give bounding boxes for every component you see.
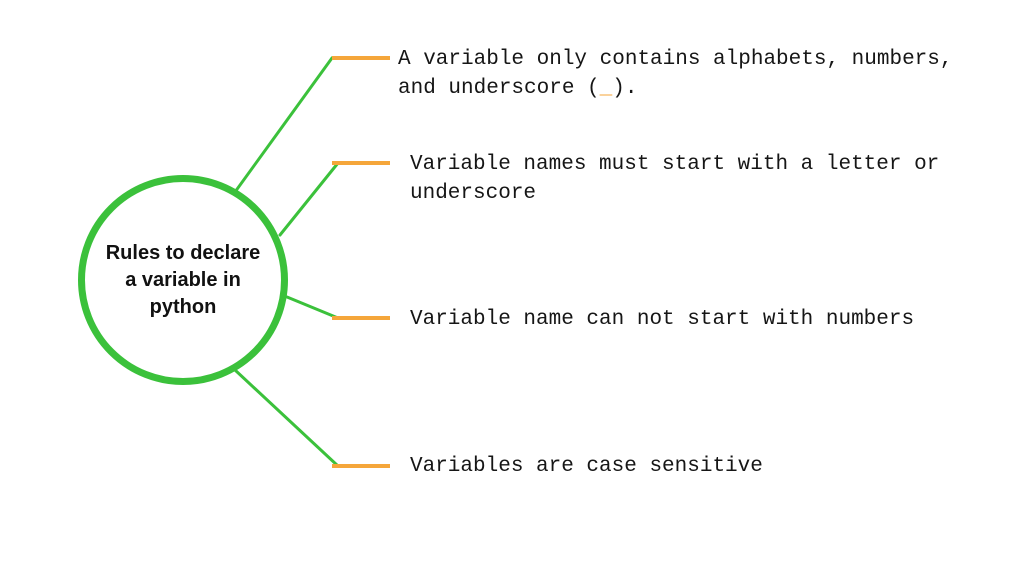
hub-circle: Rules to declare a variable in python [78,175,288,385]
underscore-accent: _ [600,77,613,100]
rule-text-part: Variable names must start with a letter … [410,153,952,205]
connector-line [235,370,338,466]
connector-line [287,297,338,318]
rule-text-part: ). [612,77,637,100]
rule-text: Variables are case sensitive [410,452,763,481]
rule-text: A variable only contains alphabets, numb… [398,45,958,104]
rule-text: Variable names must start with a letter … [410,150,970,209]
connector-line [280,163,338,235]
rule-text-part: Variable name can not start with numbers [410,308,914,331]
diagram-stage: { "hub": { "label": "Rules to declare a … [0,0,1024,576]
connector-line [235,58,332,192]
hub-title: Rules to declare a variable in python [103,240,263,321]
rule-text-part: Variables are case sensitive [410,455,763,478]
rule-text: Variable name can not start with numbers [410,305,914,334]
rule-text-part: A variable only contains alphabets, numb… [398,48,965,100]
